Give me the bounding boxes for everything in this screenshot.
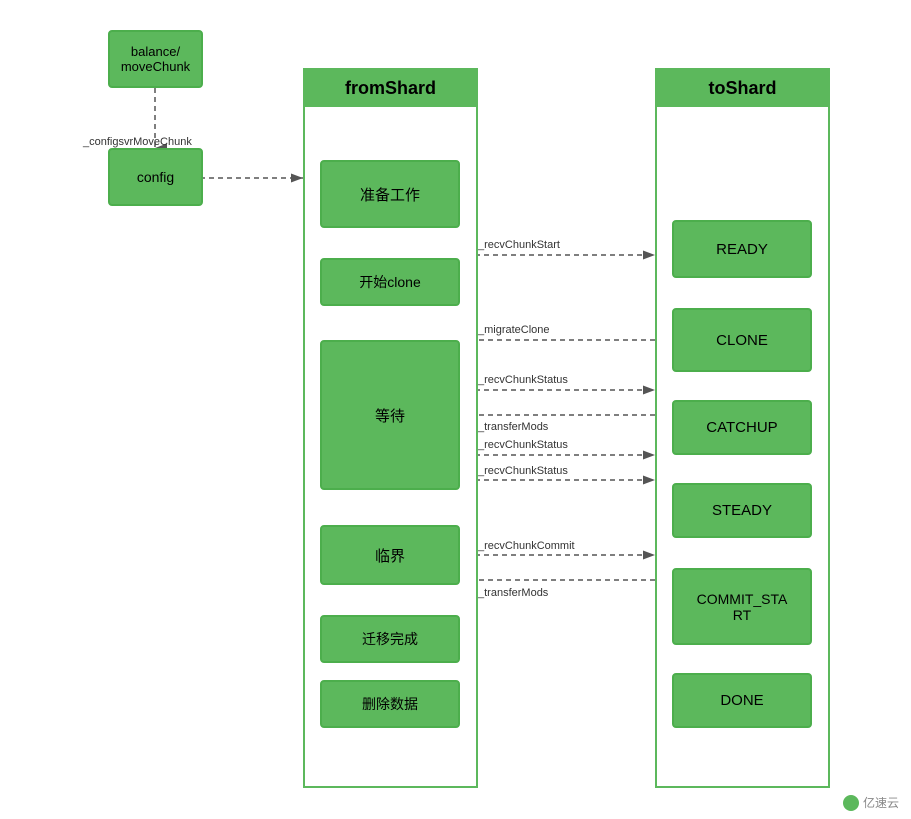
watermark: 亿速云 bbox=[843, 794, 899, 811]
watermark-icon bbox=[843, 795, 859, 811]
critical-box: 临界 bbox=[320, 525, 460, 585]
config-box: config bbox=[108, 148, 203, 206]
svg-text:_configsvrMoveChunk: _configsvrMoveChunk bbox=[82, 136, 192, 148]
svg-text:_recvChunkStatus: _recvChunkStatus bbox=[477, 374, 568, 386]
ready-box: READY bbox=[672, 220, 812, 278]
svg-text:_recvChunkStatus: _recvChunkStatus bbox=[477, 439, 568, 451]
catchup-box: CATCHUP bbox=[672, 400, 812, 455]
commit-start-box: COMMIT_START bbox=[672, 568, 812, 645]
start-clone-box: 开始clone bbox=[320, 258, 460, 306]
delete-data-box: 删除数据 bbox=[320, 680, 460, 728]
clone-box: CLONE bbox=[672, 308, 812, 372]
svg-text:_recvChunkStatus: _recvChunkStatus bbox=[477, 465, 568, 477]
prepare-box: 准备工作 bbox=[320, 160, 460, 228]
diagram-container: _configsvrMoveChunk _recvChunkStart _mig… bbox=[0, 0, 911, 819]
svg-text:_transferMods: _transferMods bbox=[477, 421, 549, 433]
svg-text:_transferMods: _transferMods bbox=[477, 587, 549, 599]
migration-done-box: 迁移完成 bbox=[320, 615, 460, 663]
balance-movechunk-box: balance/moveChunk bbox=[108, 30, 203, 88]
svg-text:_migrateClone: _migrateClone bbox=[477, 324, 550, 336]
done-box: DONE bbox=[672, 673, 812, 728]
wait-box: 等待 bbox=[320, 340, 460, 490]
svg-text:_recvChunkCommit: _recvChunkCommit bbox=[477, 540, 575, 552]
steady-box: STEADY bbox=[672, 483, 812, 538]
fromshard-header: fromShard bbox=[305, 70, 476, 107]
toshard-header: toShard bbox=[657, 70, 828, 107]
svg-text:_recvChunkStart: _recvChunkStart bbox=[477, 239, 560, 251]
